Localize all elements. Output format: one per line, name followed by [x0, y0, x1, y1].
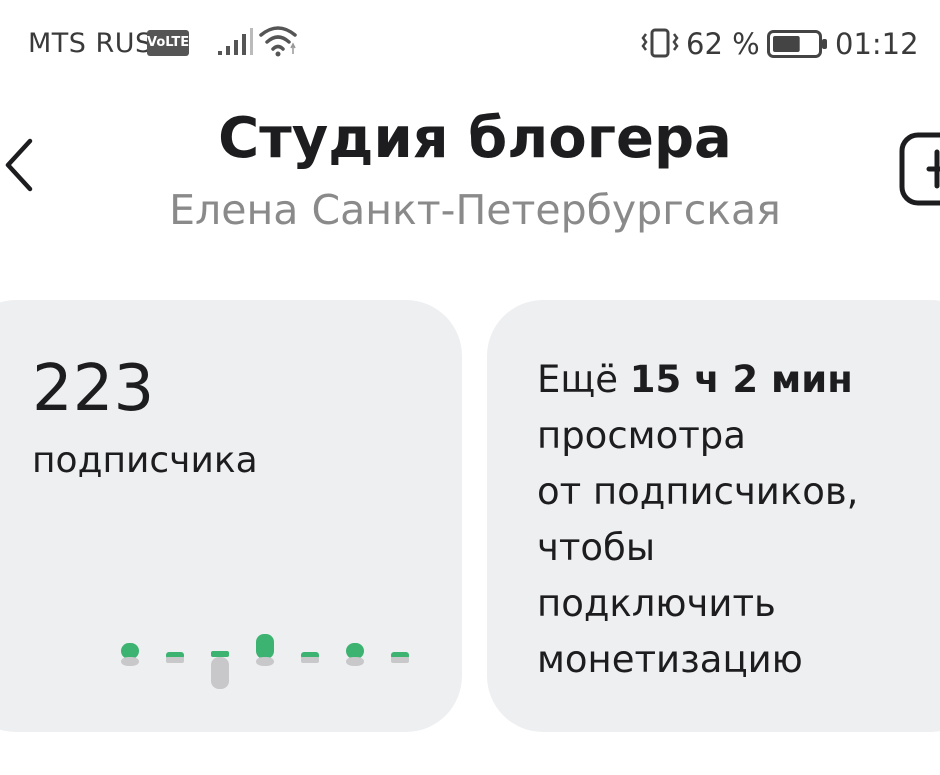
channel-name: Елена Санкт-Петербургская	[169, 186, 781, 234]
battery-percent: 62 %	[686, 27, 760, 61]
subscriber-label: подписчика	[32, 440, 258, 481]
add-content-icon[interactable]	[897, 130, 940, 208]
trend-bar	[256, 634, 274, 666]
monetization-prefix: Ещё	[537, 358, 618, 401]
vibrate-icon	[641, 28, 679, 58]
subscriber-trend-chart	[121, 634, 409, 689]
monetization-card[interactable]: Ещё 15 ч 2 мин просмотра от подписчиков,…	[487, 300, 940, 732]
volte-badge: VoLTE	[147, 30, 189, 56]
monetization-line-5: монетизацию	[537, 638, 803, 681]
monetization-line-2: от подписчиков,	[537, 470, 859, 513]
page-title: Студия блогера	[218, 106, 732, 171]
monetization-progress-text: Ещё 15 ч 2 мин просмотра от подписчиков,…	[537, 352, 940, 688]
trend-bar	[211, 651, 229, 689]
status-bar: MTS RUS VoLTE 62 % 01:12	[0, 0, 940, 90]
monetization-line-1: просмотра	[537, 414, 746, 457]
trend-bar	[391, 652, 409, 663]
cellular-signal-icon	[218, 28, 253, 55]
subscriber-count: 223	[32, 352, 155, 426]
wifi-icon	[259, 26, 297, 57]
clock: 01:12	[835, 27, 919, 61]
trend-bar	[166, 652, 184, 663]
monetization-line-4: подключить	[537, 582, 776, 625]
remaining-watch-time: 15 ч 2 мин	[629, 358, 853, 401]
battery-icon	[767, 30, 827, 58]
trend-bar	[346, 643, 364, 666]
trend-bar	[301, 652, 319, 663]
trend-bar	[121, 643, 139, 666]
carrier-name: MTS RUS	[28, 28, 153, 59]
monetization-line-3: чтобы	[537, 526, 656, 569]
